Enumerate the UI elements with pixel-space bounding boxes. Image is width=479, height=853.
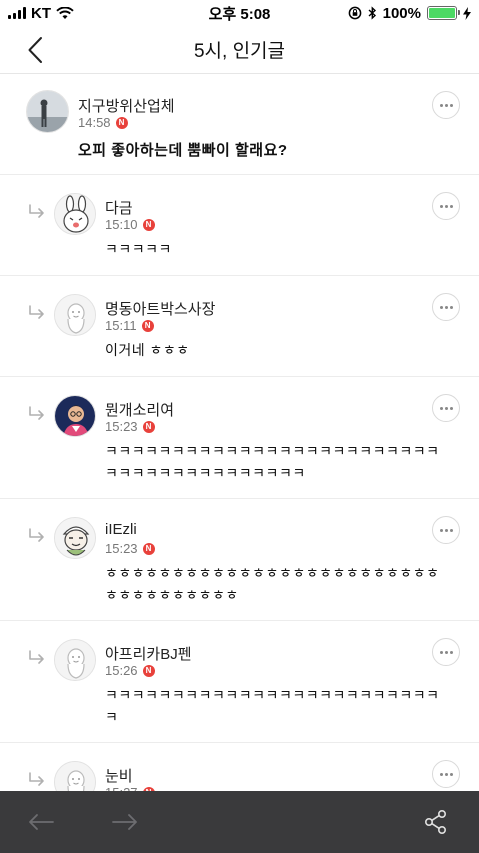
post-meta: 14:58 N bbox=[78, 115, 128, 130]
reply-text: ㅋㅋㅋㅋㅋㅋㅋㅋㅋㅋㅋㅋㅋㅋㅋㅋㅋㅋㅋㅋㅋㅋㅋㅋㅋㅋㅋㅋㅋㅋㅋㅋㅋㅋㅋㅋㅋㅋㅋㅋ bbox=[105, 443, 440, 481]
reply-item[interactable]: 뭔개소리여 15:23 N ㅋㅋㅋㅋㅋㅋㅋㅋㅋㅋㅋㅋㅋㅋㅋㅋㅋㅋㅋㅋㅋㅋㅋㅋㅋㅋㅋㅋㅋ… bbox=[0, 377, 479, 499]
reply-time: 15:23 bbox=[105, 419, 138, 434]
reply-item[interactable]: 눈비15:27N bbox=[0, 743, 479, 791]
more-button[interactable] bbox=[432, 638, 460, 666]
share-button[interactable] bbox=[421, 807, 451, 837]
landscape-photo-icon bbox=[27, 91, 68, 132]
new-badge: N bbox=[141, 319, 154, 332]
avatar[interactable] bbox=[54, 294, 96, 336]
more-button[interactable] bbox=[432, 394, 460, 422]
reply-text: ㅋㅋㅋㅋㅋㅋㅋㅋㅋㅋㅋㅋㅋㅋㅋㅋㅋㅋㅋㅋㅋㅋㅋㅋㅋㅋ bbox=[105, 687, 440, 725]
reply-time: 15:10 bbox=[105, 217, 138, 232]
reply-time: 15:23 bbox=[105, 541, 138, 556]
reply-meta: 15:23 N bbox=[105, 541, 155, 556]
new-badge: N bbox=[142, 420, 155, 433]
more-button[interactable] bbox=[432, 760, 460, 788]
avatar[interactable] bbox=[54, 193, 96, 235]
new-badge: N bbox=[142, 218, 155, 231]
reply-list: 다금 15:10 N ㅋㅋㅋㅋㅋ 명동아트박스사장 15:11 N 이거네 ㅎㅎㅎ 뭔개소리여 1… bbox=[0, 175, 479, 791]
bluetooth-icon bbox=[368, 6, 376, 20]
post-time: 14:58 bbox=[78, 115, 111, 130]
reply-arrow-icon bbox=[27, 304, 47, 320]
reply-item[interactable]: iIEzli 15:23 N ㅎㅎㅎㅎㅎㅎㅎㅎㅎㅎㅎㅎㅎㅎㅎㅎㅎㅎㅎㅎㅎㅎㅎㅎㅎㅎㅎㅎ… bbox=[0, 499, 479, 621]
more-button[interactable] bbox=[432, 192, 460, 220]
author-name[interactable]: 지구방위산업체 bbox=[78, 95, 175, 116]
battery-fill bbox=[429, 8, 455, 18]
new-badge: N bbox=[142, 542, 155, 555]
reply-item[interactable]: 아프리카BJ펜 15:26 N ㅋㅋㅋㅋㅋㅋㅋㅋㅋㅋㅋㅋㅋㅋㅋㅋㅋㅋㅋㅋㅋㅋㅋㅋㅋㅋ bbox=[0, 621, 479, 743]
reply-meta: 15:23 N bbox=[105, 419, 155, 434]
reply-arrow-icon bbox=[27, 649, 47, 665]
new-badge: N bbox=[115, 116, 128, 129]
back-button[interactable] bbox=[20, 34, 50, 66]
reply-item[interactable]: 다금 15:10 N ㅋㅋㅋㅋㅋ bbox=[0, 175, 479, 276]
status-right: 100% bbox=[348, 5, 471, 22]
reply-meta: 15:26 N bbox=[105, 663, 155, 678]
avatar[interactable] bbox=[26, 90, 69, 133]
reply-text: 이거네 ㅎㅎㅎ bbox=[105, 342, 190, 358]
forward-nav-button[interactable] bbox=[110, 807, 140, 837]
more-button[interactable] bbox=[432, 516, 460, 544]
reply-meta: 15:10 N bbox=[105, 217, 155, 232]
reply-meta: 15:11 N bbox=[105, 318, 154, 333]
rotation-lock-icon bbox=[348, 6, 361, 20]
status-bar: KT 오후 5:08 100% bbox=[0, 0, 479, 26]
author-name[interactable]: 뭔개소리여 bbox=[105, 399, 174, 420]
author-name[interactable]: iIEzli bbox=[105, 521, 137, 538]
back-nav-button[interactable] bbox=[26, 807, 56, 837]
arrow-right-icon bbox=[112, 814, 137, 830]
carrier-label: KT bbox=[31, 4, 51, 22]
reply-arrow-icon bbox=[27, 203, 47, 219]
reply-arrow-icon bbox=[27, 771, 47, 787]
battery-icon bbox=[427, 6, 460, 20]
reply-arrow-icon bbox=[27, 527, 47, 543]
avatar[interactable] bbox=[54, 761, 96, 791]
new-badge: N bbox=[142, 664, 155, 677]
avatar[interactable] bbox=[54, 517, 96, 559]
author-name[interactable]: 아프리카BJ펜 bbox=[105, 643, 192, 664]
reply-arrow-icon bbox=[27, 405, 47, 421]
reply-item[interactable]: 명동아트박스사장 15:11 N 이거네 ㅎㅎㅎ bbox=[0, 276, 479, 377]
arrow-left-icon bbox=[29, 814, 54, 830]
battery-percent: 100% bbox=[382, 4, 421, 22]
comment-list[interactable]: 지구방위산업체 14:58 N 오피 좋아하는데 뿜빠이 할래요? 다금 15:1… bbox=[0, 75, 479, 791]
author-name[interactable]: 다금 bbox=[105, 197, 133, 218]
nav-bar: 5시, 인기글 bbox=[0, 26, 479, 74]
main-post[interactable]: 지구방위산업체 14:58 N 오피 좋아하는데 뿜빠이 할래요? bbox=[0, 75, 479, 175]
status-left: KT bbox=[8, 5, 74, 22]
signal-icon bbox=[8, 7, 26, 19]
share-icon bbox=[424, 809, 447, 834]
reply-text: ㅋㅋㅋㅋㅋ bbox=[105, 241, 172, 257]
charging-icon bbox=[463, 6, 471, 20]
reply-time: 15:26 bbox=[105, 663, 138, 678]
more-button[interactable] bbox=[432, 91, 460, 119]
reply-text: ㅎㅎㅎㅎㅎㅎㅎㅎㅎㅎㅎㅎㅎㅎㅎㅎㅎㅎㅎㅎㅎㅎㅎㅎㅎㅎㅎㅎㅎㅎㅎㅎㅎㅎㅎ bbox=[105, 565, 440, 603]
chevron-left-icon bbox=[28, 37, 42, 63]
post-text: 오피 좋아하는데 뿜빠이 할래요? bbox=[78, 142, 288, 159]
author-name[interactable]: 명동아트박스사장 bbox=[105, 298, 215, 319]
page-title: 5시, 인기글 bbox=[193, 41, 286, 62]
avatar[interactable] bbox=[54, 639, 96, 681]
author-name[interactable]: 눈비 bbox=[105, 765, 133, 786]
avatar[interactable] bbox=[54, 395, 96, 437]
wifi-icon bbox=[56, 6, 74, 19]
more-button[interactable] bbox=[432, 293, 460, 321]
reply-time: 15:11 bbox=[105, 318, 137, 333]
bottom-toolbar bbox=[0, 791, 479, 853]
